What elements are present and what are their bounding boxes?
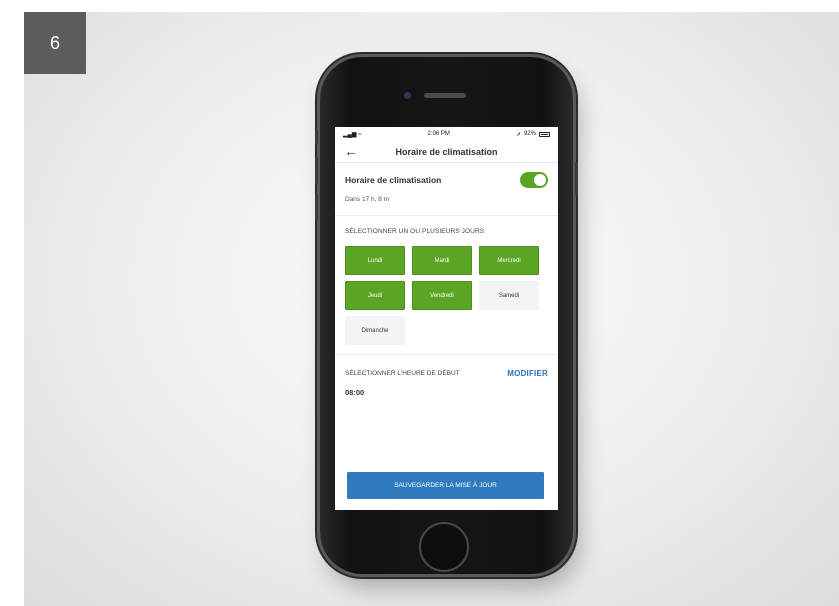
signal-wifi-icon: ▂▄▆ ≈ (343, 131, 362, 138)
modify-link[interactable]: MODIFIER (507, 369, 548, 378)
home-button[interactable] (419, 522, 469, 572)
day-button-lundi[interactable]: Lundi (345, 246, 405, 275)
power-button (575, 162, 578, 196)
status-right: ➚ 92% (516, 131, 550, 138)
schedule-toggle-row: Horaire de climatisation (345, 172, 548, 188)
step-number-badge: 6 (24, 12, 86, 74)
day-button-samedi[interactable]: Samedi (479, 281, 539, 310)
page-title: Horaire de climatisation (395, 146, 498, 157)
day-button-mardi[interactable]: Mardi (412, 246, 472, 275)
day-button-jeudi[interactable]: Jeudi (345, 281, 405, 310)
section-divider (335, 215, 558, 216)
start-time-heading: SÉLECTIONNER L'HEURE DE DÉBUT (345, 370, 460, 377)
day-button-grid: Lundi Mardi Mercredi Jeudi Vendredi Same… (345, 246, 548, 345)
status-bar: ▂▄▆ ≈ 2:06 PM ➚ 92% (335, 127, 558, 141)
section-divider (335, 354, 558, 355)
start-time-value: 08:00 (345, 388, 365, 397)
schedule-countdown: Dans 17 h, 8 m (345, 196, 390, 203)
volume-down-button (315, 193, 318, 221)
day-button-vendredi[interactable]: Vendredi (412, 281, 472, 310)
nav-bar: ← Horaire de climatisation (335, 141, 558, 163)
earpiece-speaker (424, 93, 466, 98)
front-camera (404, 92, 411, 99)
back-arrow-icon[interactable]: ← (344, 143, 358, 159)
start-time-section: SÉLECTIONNER L'HEURE DE DÉBUT MODIFIER 0… (335, 369, 558, 397)
status-time: 2:06 PM (427, 131, 450, 137)
phone-device: ▂▄▆ ≈ 2:06 PM ➚ 92% ← Horaire de climati… (315, 57, 578, 574)
battery-percent: 92% (523, 131, 536, 137)
days-heading: SÉLECTIONNER UN OU PLUSIEURS JOURS (345, 228, 485, 235)
schedule-toggle[interactable] (520, 172, 548, 188)
battery-icon (538, 131, 550, 137)
days-section: SÉLECTIONNER UN OU PLUSIEURS JOURS Lundi… (335, 228, 558, 354)
app-screen: ▂▄▆ ≈ 2:06 PM ➚ 92% ← Horaire de climati… (335, 127, 558, 510)
mute-switch (315, 129, 318, 145)
toggle-knob (534, 174, 546, 186)
day-button-dimanche[interactable]: Dimanche (345, 316, 405, 345)
schedule-toggle-section: Horaire de climatisation Dans 17 h, 8 m (335, 172, 558, 215)
volume-up-button (315, 157, 318, 185)
schedule-toggle-label: Horaire de climatisation (345, 175, 442, 185)
day-button-mercredi[interactable]: Mercredi (479, 246, 539, 275)
save-update-button[interactable]: SAUVEGARDER LA MISE À JOUR (347, 472, 544, 499)
start-time-heading-row: SÉLECTIONNER L'HEURE DE DÉBUT MODIFIER (345, 369, 548, 378)
location-icon: ➚ (515, 131, 521, 138)
